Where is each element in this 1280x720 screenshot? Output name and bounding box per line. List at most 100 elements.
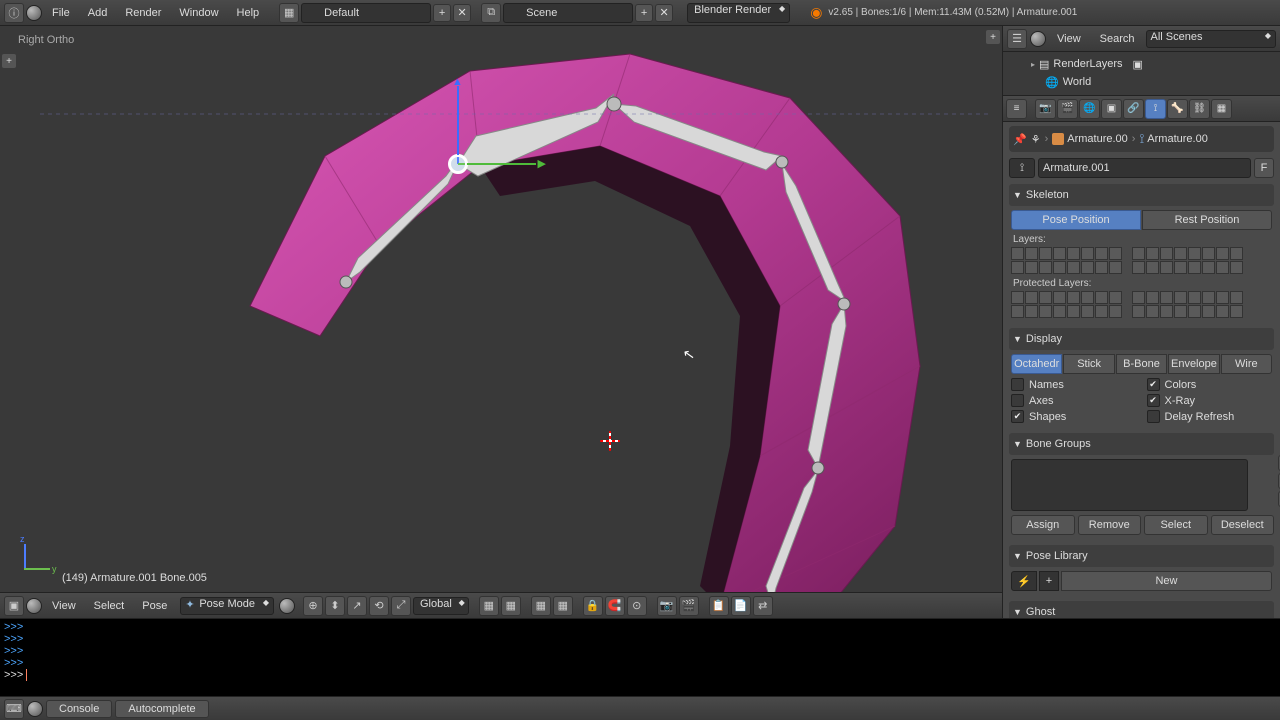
fake-user-button[interactable]: F	[1254, 158, 1274, 178]
info-editor-icon[interactable]: ⓘ	[4, 3, 24, 23]
links-icon[interactable]: ⚘	[1031, 133, 1041, 146]
armature-name-input[interactable]	[1038, 158, 1251, 178]
autocomplete-button[interactable]: Autocomplete	[115, 700, 208, 718]
deselect-button[interactable]: Deselect	[1211, 515, 1275, 535]
assign-button[interactable]: Assign	[1011, 515, 1075, 535]
scene-browse-icon[interactable]: ⧉	[481, 3, 501, 23]
tab-physics[interactable]: ▦	[1211, 99, 1232, 119]
rest-position-button[interactable]: Rest Position	[1142, 210, 1272, 230]
outliner-filter-dropdown[interactable]: All Scenes	[1146, 30, 1276, 48]
layout-add-button[interactable]: +	[433, 4, 451, 22]
armature-layers[interactable]	[1011, 247, 1272, 274]
panel-header-ghost[interactable]: ▼Ghost	[1009, 601, 1274, 618]
scene-delete-button[interactable]: ✕	[655, 4, 673, 22]
menu-file[interactable]: File	[44, 7, 78, 19]
panel-header-display[interactable]: ▼Display	[1009, 328, 1274, 350]
outliner-item-world[interactable]: 🌐 World	[1009, 73, 1274, 91]
datablock-browse-icon[interactable]: ⟟	[1009, 158, 1035, 178]
screen-layout-input[interactable]	[301, 3, 431, 23]
bone-groups-list[interactable]	[1011, 459, 1248, 511]
viewport-menu-pose[interactable]: Pose	[134, 600, 175, 612]
scene-name-input[interactable]	[503, 3, 633, 23]
expand-menu-icon[interactable]	[26, 598, 42, 614]
lock-icon[interactable]: 🔒	[583, 596, 603, 616]
display-bbone-button[interactable]: B-Bone	[1116, 354, 1167, 374]
render-anim-icon[interactable]: 🎬	[679, 596, 699, 616]
pose-library-add-icon[interactable]: +	[1039, 571, 1059, 591]
viewport-menu-select[interactable]: Select	[86, 600, 133, 612]
panel-header-bone-groups[interactable]: ▼Bone Groups	[1009, 433, 1274, 455]
tab-object[interactable]: ▣	[1101, 99, 1122, 119]
tab-constraints[interactable]: 🔗	[1123, 99, 1144, 119]
restrict-icon[interactable]: ▣	[1133, 58, 1143, 71]
layers-group-3[interactable]: ▦	[531, 596, 551, 616]
tab-armature-data[interactable]: ⟟	[1145, 99, 1166, 119]
panel-header-pose-library[interactable]: ▼Pose Library	[1009, 545, 1274, 567]
layers-group-2[interactable]: ▦	[501, 596, 521, 616]
outliner-menu-search[interactable]: Search	[1092, 33, 1143, 45]
outliner-item-renderlayers[interactable]: ▸ ▤ RenderLayers ▣	[1009, 55, 1274, 73]
mode-dropdown[interactable]: Pose Mode	[180, 597, 274, 615]
check-xray[interactable]: ✔X-Ray	[1147, 394, 1273, 407]
manipulator-icon[interactable]: ⬍	[325, 596, 345, 616]
console-editor-icon[interactable]: ⌨	[4, 699, 24, 719]
display-envelope-button[interactable]: Envelope	[1168, 354, 1219, 374]
properties-editor-icon[interactable]: ≡	[1006, 99, 1027, 119]
menu-render[interactable]: Render	[117, 7, 169, 19]
tab-bone[interactable]: 🦴	[1167, 99, 1188, 119]
display-wire-button[interactable]: Wire	[1221, 354, 1272, 374]
tab-scene[interactable]: 🎬	[1057, 99, 1078, 119]
3d-viewport[interactable]: + + Right Ortho	[0, 26, 1002, 618]
viewport-menu-view[interactable]: View	[44, 600, 84, 612]
layers-group-1[interactable]: ▦	[479, 596, 499, 616]
render-preview-icon[interactable]: 📷	[657, 596, 677, 616]
outliner-menu-view[interactable]: View	[1049, 33, 1089, 45]
menu-add[interactable]: Add	[80, 7, 116, 19]
scale-icon[interactable]: ⤢	[391, 596, 411, 616]
pin-icon[interactable]: 📌	[1013, 133, 1027, 146]
expand-menu-icon[interactable]	[27, 701, 43, 717]
select-button[interactable]: Select	[1144, 515, 1208, 535]
panel-header-skeleton[interactable]: ▼Skeleton	[1009, 184, 1274, 206]
layout-delete-button[interactable]: ✕	[453, 4, 471, 22]
outliner-tree[interactable]: ▸ ▤ RenderLayers ▣ 🌐 World	[1003, 52, 1280, 96]
scene-add-button[interactable]: +	[635, 4, 653, 22]
console-output[interactable]: >>> >>> >>> >>> >>>	[0, 619, 1280, 696]
editor-type-icon[interactable]: ▣	[4, 596, 24, 616]
layers-group-4[interactable]: ▦	[553, 596, 573, 616]
outliner-editor-icon[interactable]: ☰	[1007, 29, 1027, 49]
protected-layers[interactable]	[1011, 291, 1272, 318]
snap-icon[interactable]: 🧲	[605, 596, 625, 616]
paste-flip-icon[interactable]: ⇄	[753, 596, 773, 616]
snap-target-icon[interactable]: ⊙	[627, 596, 647, 616]
pivot-icon[interactable]: ⊕	[303, 596, 323, 616]
copy-pose-icon[interactable]: 📋	[709, 596, 729, 616]
shading-mode-icon[interactable]	[279, 598, 295, 614]
expand-menu-icon[interactable]	[26, 5, 42, 21]
console-menu-button[interactable]: Console	[46, 700, 112, 718]
display-stick-button[interactable]: Stick	[1063, 354, 1114, 374]
pose-library-browse-icon[interactable]: ⚡	[1011, 571, 1037, 591]
check-names[interactable]: Names	[1011, 378, 1137, 391]
paste-pose-icon[interactable]: 📄	[731, 596, 751, 616]
tab-world[interactable]: 🌐	[1079, 99, 1100, 119]
layout-grid-icon[interactable]: ▦	[279, 3, 299, 23]
pose-library-new-button[interactable]: New	[1061, 571, 1272, 591]
tab-render[interactable]: 📷	[1035, 99, 1056, 119]
orientation-dropdown[interactable]: Global	[413, 597, 469, 615]
menu-window[interactable]: Window	[171, 7, 226, 19]
display-octahedral-button[interactable]: Octahedr	[1011, 354, 1062, 374]
translate-icon[interactable]: ↗	[347, 596, 367, 616]
breadcrumb-data[interactable]: ⟟Armature.00	[1139, 131, 1207, 147]
check-shapes[interactable]: ✔Shapes	[1011, 410, 1137, 423]
pose-position-button[interactable]: Pose Position	[1011, 210, 1141, 230]
rotate-icon[interactable]: ⟲	[369, 596, 389, 616]
breadcrumb-object[interactable]: Armature.00	[1052, 133, 1128, 145]
expand-menu-icon[interactable]	[1030, 31, 1046, 47]
check-delay-refresh[interactable]: Delay Refresh	[1147, 410, 1273, 423]
menu-help[interactable]: Help	[229, 7, 268, 19]
expand-icon[interactable]: ▸	[1031, 60, 1035, 69]
remove-button[interactable]: Remove	[1078, 515, 1142, 535]
check-colors[interactable]: ✔Colors	[1147, 378, 1273, 391]
render-engine-dropdown[interactable]: Blender Render	[687, 3, 790, 23]
